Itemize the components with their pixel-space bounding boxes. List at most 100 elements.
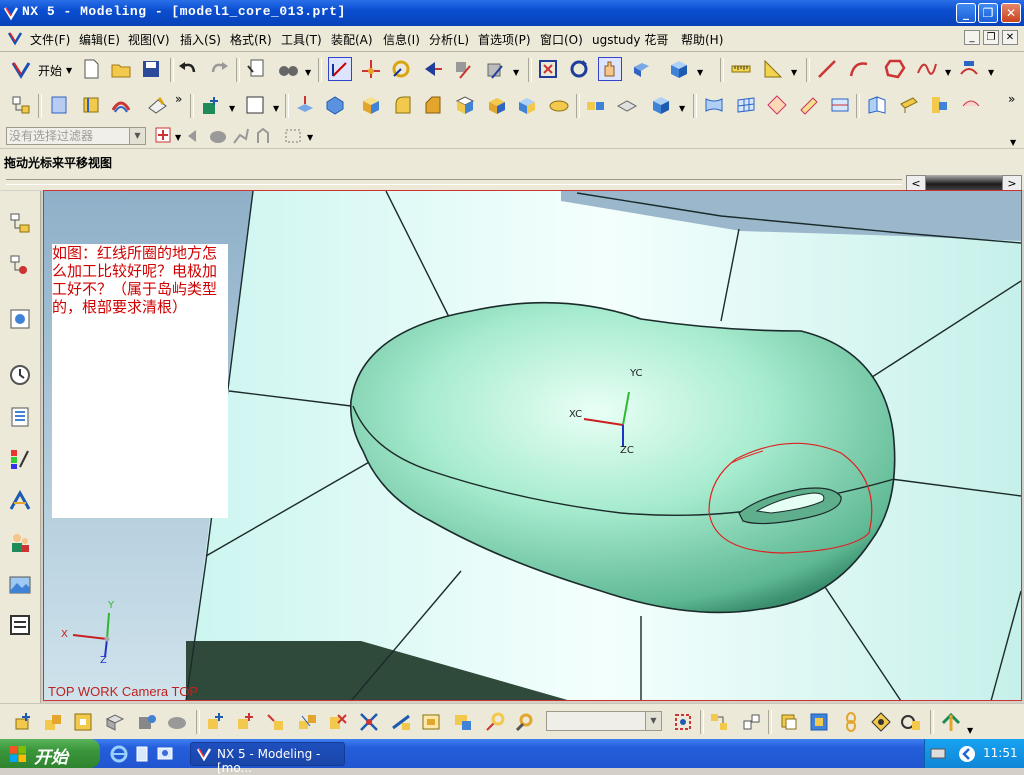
line-icon[interactable] [816,58,838,80]
thicken-icon[interactable] [898,94,920,116]
wcs-origin-icon[interactable] [360,58,382,80]
component-family-icon[interactable] [708,711,730,733]
sew-icon[interactable] [866,94,888,116]
edge-blend-icon[interactable] [392,94,414,116]
extrude-panel-icon[interactable] [48,94,70,116]
link-icon[interactable] [840,711,862,733]
menu-edit[interactable]: 编辑(E) [79,31,120,48]
move-component-icon[interactable] [234,711,256,733]
mirror-body-icon[interactable] [616,94,638,116]
open-folder-icon[interactable] [110,58,132,80]
rotate-view-icon[interactable] [568,58,590,80]
start-button[interactable]: 开始 [0,739,100,768]
sequence-icon[interactable] [390,711,412,733]
exploded-view-icon[interactable] [296,711,318,733]
reposition-component-icon[interactable] [136,711,158,733]
arc-icon[interactable] [848,58,870,80]
sketch-icon[interactable] [146,94,168,116]
trim-body-icon[interactable] [486,94,508,116]
promote-body-icon[interactable] [740,711,762,733]
replace-component-icon[interactable] [420,711,442,733]
wcs-dropdown-icon[interactable]: ▼ [513,68,519,77]
rectangle-dropdown-icon[interactable]: ▼ [273,104,279,113]
studio-spline-icon[interactable] [916,58,938,80]
chevron-down-icon[interactable]: ▼ [129,128,145,144]
menu-help[interactable]: 帮助(H) [681,31,723,48]
menu-format[interactable]: 格式(R) [230,31,272,48]
internet-explorer-icon[interactable] [110,745,128,763]
datum-point-icon[interactable] [200,94,222,116]
block-icon[interactable] [360,94,382,116]
draft-icon[interactable] [454,94,476,116]
weld-assistant-icon[interactable] [900,711,922,733]
start-menu-label[interactable]: 开始 [38,62,62,79]
select-feature-icon[interactable] [232,127,250,145]
instance-icon[interactable] [584,94,606,116]
selection-dropdown-icon[interactable]: ▼ [307,133,313,142]
mate-component-icon[interactable] [166,711,188,733]
shell-icon[interactable] [80,94,102,116]
new-component-icon[interactable] [42,711,64,733]
isolate-component-icon[interactable] [778,711,800,733]
quicklaunch-app-icon[interactable] [134,745,150,763]
doc-minimize-button[interactable]: _ [964,30,980,45]
box-select-icon[interactable] [284,127,302,145]
properties-panel-icon[interactable] [8,613,32,637]
cloud-select-icon[interactable] [208,128,228,144]
work-part-icon[interactable] [808,711,830,733]
toolbar-options-icon[interactable]: ▼ [1010,138,1016,147]
visualization-landscape-icon[interactable] [8,573,32,597]
menu-assemblies[interactable]: 装配(A) [331,31,373,48]
through-curves-icon[interactable] [703,94,725,116]
wcs-orient-icon[interactable] [422,58,444,80]
select-face-icon[interactable] [254,127,272,145]
assembly-cut-icon[interactable] [484,711,506,733]
through-curve-mesh-icon[interactable] [735,94,757,116]
general-selection-icon[interactable] [186,128,204,144]
history-clock-icon[interactable] [8,363,32,387]
polygon-icon[interactable] [884,58,906,80]
binoculars-icon[interactable] [277,58,299,80]
undo-icon[interactable] [177,58,199,80]
assembly-dropdown-icon[interactable]: ▼ [967,726,973,735]
new-file-icon[interactable] [80,58,102,80]
rectangle-icon[interactable] [244,94,266,116]
roles-palette-icon[interactable] [8,447,32,471]
pan-view-icon[interactable] [598,57,622,81]
system-materials-icon[interactable] [8,405,32,429]
snap-point-icon[interactable] [154,126,174,146]
close-button[interactable]: ✕ [1001,3,1021,23]
shaded-view-icon[interactable] [630,58,652,80]
wcs-rotate-icon[interactable] [390,58,412,80]
keyboard-icon[interactable] [930,746,946,760]
save-icon[interactable] [140,58,162,80]
start-dropdown-icon[interactable]: ▼ [66,66,72,75]
roles-users-icon[interactable] [8,531,32,555]
frame-select-icon[interactable] [672,711,694,733]
surface-overflow-icon[interactable]: » [1008,92,1015,106]
process-studio-icon[interactable] [8,489,32,513]
tray-back-arrow-icon[interactable] [958,745,976,763]
menu-information[interactable]: 信息(I) [383,31,420,48]
add-component-icon[interactable] [12,711,34,733]
nx-start-icon[interactable] [10,58,32,80]
part-navigator-icon[interactable] [10,94,32,116]
measure-dropdown-icon[interactable]: ▼ [791,68,797,77]
feature-dropdown-icon[interactable]: ▼ [679,104,685,113]
taskbar-nx-window-button[interactable]: NX 5 - Modeling - [mo... [190,742,345,775]
revolve-icon[interactable] [324,94,346,116]
menu-preferences[interactable]: 首选项(P) [478,31,531,48]
route-assistant-icon[interactable] [940,711,962,733]
type-filter-select[interactable]: 没有选择过滤器 ▼ [6,127,146,145]
menu-tools[interactable]: 工具(T) [281,31,322,48]
trim-sheet-icon[interactable] [960,94,982,116]
menu-analysis[interactable]: 分析(L) [429,31,469,48]
curve-ops-dropdown-icon[interactable]: ▼ [988,68,994,77]
doc-close-button[interactable]: ✕ [1002,30,1018,45]
constraint-navigator-icon[interactable] [8,253,32,277]
ruled-surface-icon[interactable] [798,94,820,116]
curve-dropdown-icon[interactable]: ▼ [945,68,951,77]
snap-dropdown-icon[interactable]: ▼ [175,133,181,142]
check-clearance-icon[interactable] [452,711,474,733]
wcs-set-icon[interactable] [452,58,474,80]
